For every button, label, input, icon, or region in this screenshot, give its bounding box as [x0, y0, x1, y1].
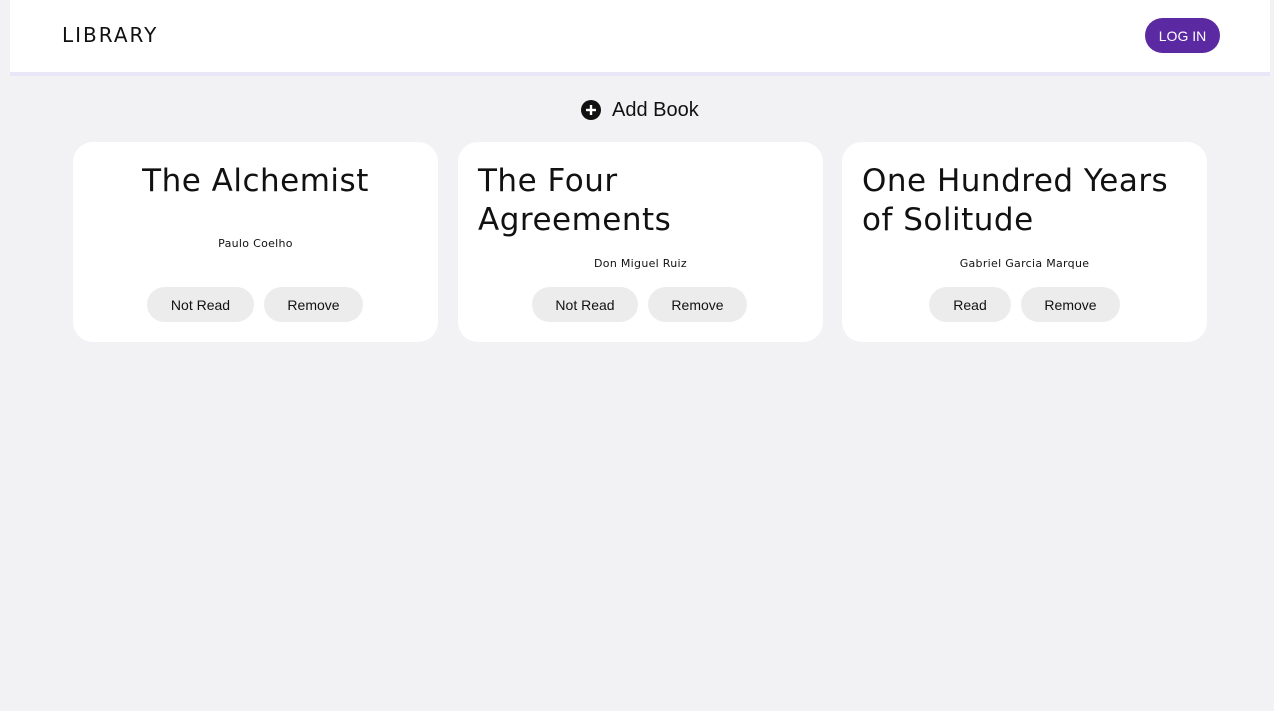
read-status-button[interactable]: Read: [929, 287, 1011, 322]
logo: LIBRARY: [62, 23, 159, 47]
book-card: The Alchemist Paulo Coelho Not Read Remo…: [73, 142, 438, 342]
header: LIBRARY LOG IN: [10, 0, 1270, 76]
login-button[interactable]: LOG IN: [1145, 18, 1220, 53]
plus-circle-icon: [580, 99, 602, 121]
book-author: Don Miguel Ruiz: [594, 257, 687, 270]
book-author: Paulo Coelho: [218, 237, 293, 250]
book-title: The Alchemist: [142, 163, 369, 199]
book-card: The Four Agreements Don Miguel Ruiz Not …: [458, 142, 823, 342]
add-book-label: Add Book: [612, 98, 699, 121]
remove-button[interactable]: Remove: [1021, 287, 1120, 322]
book-title: The Four Agreements: [478, 163, 672, 238]
read-status-button[interactable]: Not Read: [532, 287, 638, 322]
book-card: One Hundred Years of Solitude Gabriel Ga…: [842, 142, 1207, 342]
read-status-button[interactable]: Not Read: [147, 287, 254, 322]
remove-button[interactable]: Remove: [648, 287, 747, 322]
add-book-button[interactable]: Add Book: [580, 96, 699, 124]
book-title: One Hundred Years of Solitude: [862, 163, 1169, 238]
book-author: Gabriel Garcia Marque: [959, 257, 1090, 270]
remove-button[interactable]: Remove: [264, 287, 363, 322]
